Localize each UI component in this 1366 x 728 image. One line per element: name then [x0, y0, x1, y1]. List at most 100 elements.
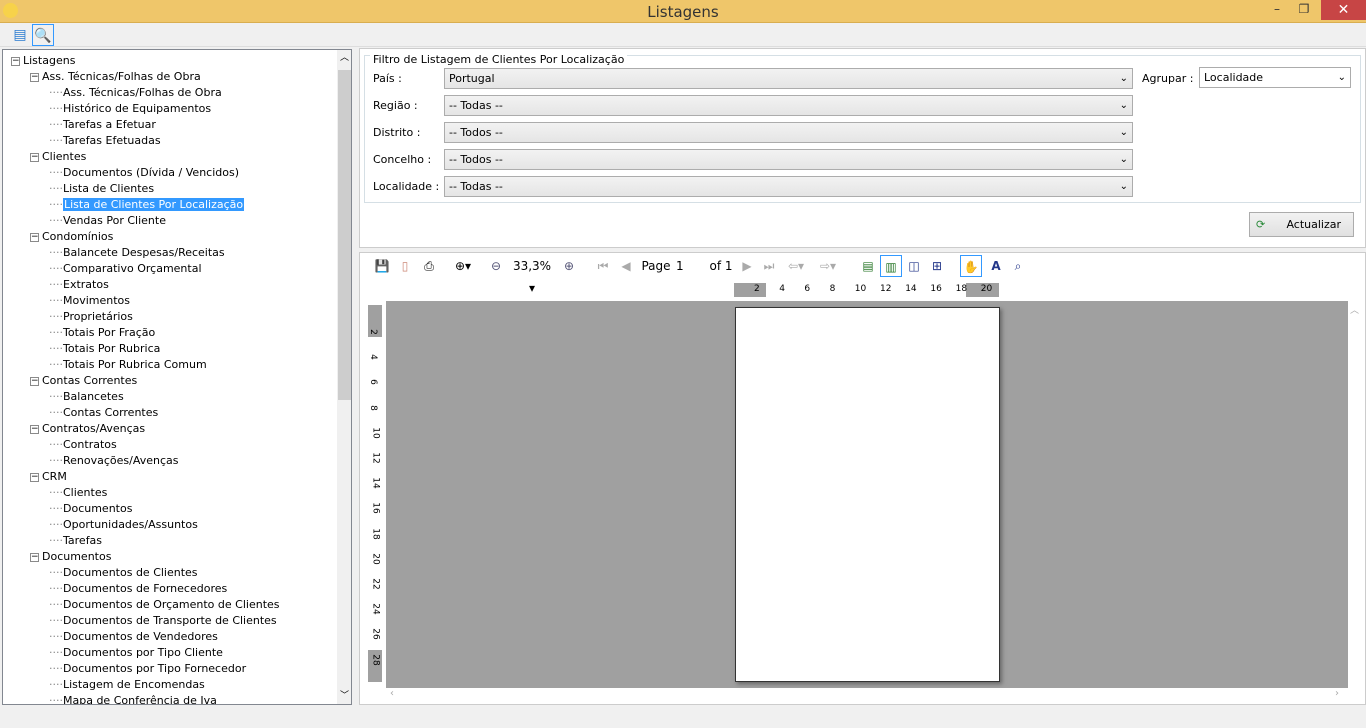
- localidade-select[interactable]: -- Todas -- ⌄: [444, 176, 1133, 197]
- close-button[interactable]: ✕: [1321, 0, 1366, 20]
- pais-select[interactable]: Portugal ⌄: [444, 68, 1133, 89]
- tree-item[interactable]: − Clientes: [30, 149, 86, 165]
- continuous-page-icon[interactable]: ▥: [880, 255, 902, 277]
- zoom-in-icon[interactable]: ⊕: [562, 255, 576, 277]
- actualizar-button[interactable]: ⟳ Actualizar: [1249, 212, 1354, 237]
- tree-item[interactable]: ····Documentos de Vendedores: [49, 629, 218, 645]
- tree-item[interactable]: ····Comparativo Orçamental: [49, 261, 202, 277]
- tree-item[interactable]: ····Balancetes: [49, 389, 124, 405]
- tree-item[interactable]: ····Tarefas a Efetuar: [49, 117, 156, 133]
- tree-item[interactable]: ····Totais Por Fração: [49, 325, 155, 341]
- agrupar-select[interactable]: Localidade ⌄: [1199, 67, 1351, 88]
- collapse-icon[interactable]: −: [30, 72, 39, 82]
- collapse-icon[interactable]: −: [11, 56, 20, 66]
- text-select-icon[interactable]: A: [987, 255, 1005, 277]
- collapse-icon[interactable]: −: [30, 376, 39, 386]
- tree-item[interactable]: ····Totais Por Rubrica Comum: [49, 357, 207, 373]
- tree-item[interactable]: − CRM: [30, 469, 67, 485]
- tree-item-label: Documentos: [63, 502, 133, 515]
- tree-item[interactable]: ····Proprietários: [49, 309, 133, 325]
- report-refresh-icon[interactable]: ▤: [9, 24, 31, 46]
- tree-item[interactable]: ····Clientes: [49, 485, 107, 501]
- ruler-tick: 14: [905, 284, 917, 294]
- tree-item[interactable]: ····Documentos (Dívida / Vencidos): [49, 165, 239, 181]
- tree-item[interactable]: ····Documentos por Tipo Cliente: [49, 645, 223, 661]
- tree-item[interactable]: ····Vendas Por Cliente: [49, 213, 166, 229]
- scroll-down-icon[interactable]: ﹀: [340, 688, 349, 701]
- tree-item[interactable]: ····Lista de Clientes: [49, 181, 154, 197]
- tree-item[interactable]: ····Documentos: [49, 501, 133, 517]
- tree-item[interactable]: ····Histórico de Equipamentos: [49, 101, 211, 117]
- previous-page-icon[interactable]: ◀: [618, 255, 634, 277]
- tree-line: ····: [49, 646, 63, 659]
- viewer-scroll-left-icon[interactable]: ‹: [390, 688, 394, 699]
- tree-item[interactable]: ····Oportunidades/Assuntos: [49, 517, 198, 533]
- collapse-icon[interactable]: −: [30, 232, 39, 242]
- tree-item[interactable]: ····Ass. Técnicas/Folhas de Obra: [49, 85, 222, 101]
- tree-item[interactable]: ····Documentos de Orçamento de Clientes: [49, 597, 280, 613]
- facing-pages-icon[interactable]: ◫: [905, 255, 923, 277]
- collapse-icon[interactable]: −: [30, 152, 39, 162]
- vertical-ruler: 2 4 6 8 10 12 14 16 18 20 22 24 26 28: [368, 305, 382, 682]
- tree-scrollbar[interactable]: ︿ ﹀: [337, 50, 351, 704]
- tree-item[interactable]: ····Contratos: [49, 437, 117, 453]
- multi-page-icon[interactable]: ⊞: [928, 255, 946, 277]
- tree-item[interactable]: ····Tarefas: [49, 533, 102, 549]
- tree-line: ····: [49, 86, 63, 99]
- tree-item[interactable]: ····Listagem de Encomendas: [49, 677, 205, 693]
- zoom-in-dropdown-icon[interactable]: ⊕▾: [453, 255, 473, 277]
- tree-item[interactable]: ····Totais Por Rubrica: [49, 341, 160, 357]
- regiao-select[interactable]: -- Todas -- ⌄: [444, 95, 1133, 116]
- hand-tool-icon[interactable]: ✋: [960, 255, 982, 277]
- page-setup-icon[interactable]: ▯: [396, 255, 414, 277]
- tree-item[interactable]: − Listagens: [11, 53, 75, 69]
- tree-item[interactable]: ····Contas Correntes: [49, 405, 158, 421]
- restore-button[interactable]: ❐: [1291, 2, 1317, 20]
- minimize-button[interactable]: –: [1264, 2, 1290, 20]
- viewer-scroll-right-icon[interactable]: ›: [1335, 688, 1339, 699]
- collapse-icon[interactable]: −: [30, 424, 39, 434]
- tree-item[interactable]: ····Lista de Clientes Por Localização: [49, 197, 245, 213]
- tree-item[interactable]: − Ass. Técnicas/Folhas de Obra: [30, 69, 201, 85]
- tree-item[interactable]: ····Documentos de Fornecedores: [49, 581, 227, 597]
- tree-item[interactable]: ····Tarefas Efetuadas: [49, 133, 161, 149]
- zoom-out-icon[interactable]: ⊖: [489, 255, 503, 277]
- scroll-thumb[interactable]: [338, 70, 351, 400]
- tree-item[interactable]: ····Movimentos: [49, 293, 130, 309]
- ruler-tick: 24: [370, 603, 381, 615]
- tree-item-label: Totais Por Rubrica Comum: [63, 358, 207, 371]
- tree-item[interactable]: ····Extratos: [49, 277, 109, 293]
- tree-item[interactable]: ····Balancete Despesas/Receitas: [49, 245, 225, 261]
- tree-item[interactable]: ····Mapa de Conferência de Iva: [49, 693, 217, 704]
- tree-item[interactable]: − Contratos/Avenças: [30, 421, 145, 437]
- collapse-icon[interactable]: −: [30, 552, 39, 562]
- zoom-select[interactable]: 33,3% ▾: [509, 255, 555, 295]
- tree-item[interactable]: − Condomínios: [30, 229, 113, 245]
- tree-item[interactable]: ····Documentos por Tipo Fornecedor: [49, 661, 246, 677]
- find-icon[interactable]: ⌕: [1009, 255, 1027, 277]
- tree-item[interactable]: − Documentos: [30, 549, 111, 565]
- magnifier-icon[interactable]: 🔍: [32, 24, 54, 46]
- distrito-select[interactable]: -- Todos -- ⌄: [444, 122, 1133, 143]
- save-icon[interactable]: 💾: [373, 255, 391, 277]
- collapse-icon[interactable]: −: [30, 472, 39, 482]
- ruler-tick: 4: [367, 354, 378, 361]
- back-icon[interactable]: ⇦▾: [783, 255, 809, 277]
- forward-icon[interactable]: ⇨▾: [815, 255, 841, 277]
- tree-item[interactable]: ····Renovações/Avenças: [49, 453, 179, 469]
- page-input[interactable]: 1: [673, 255, 708, 277]
- next-page-icon[interactable]: ▶: [739, 255, 755, 277]
- scroll-up-icon[interactable]: ︿: [340, 50, 349, 63]
- tree-item[interactable]: ····Documentos de Transporte de Clientes: [49, 613, 277, 629]
- tree-line: ····: [49, 166, 63, 179]
- print-icon[interactable]: ⎙: [419, 255, 439, 277]
- viewer-scroll-up-icon[interactable]: ︿: [1350, 303, 1359, 316]
- tree-item[interactable]: ····Documentos de Clientes: [49, 565, 198, 581]
- concelho-select[interactable]: -- Todos -- ⌄: [444, 149, 1133, 170]
- single-page-icon[interactable]: ▤: [859, 255, 877, 277]
- tree-line: ····: [49, 118, 63, 131]
- last-page-icon[interactable]: ⏭: [761, 255, 777, 277]
- tree-item-label: Contratos/Avenças: [42, 422, 146, 435]
- first-page-icon[interactable]: ⏮: [595, 255, 611, 277]
- tree-item[interactable]: − Contas Correntes: [30, 373, 137, 389]
